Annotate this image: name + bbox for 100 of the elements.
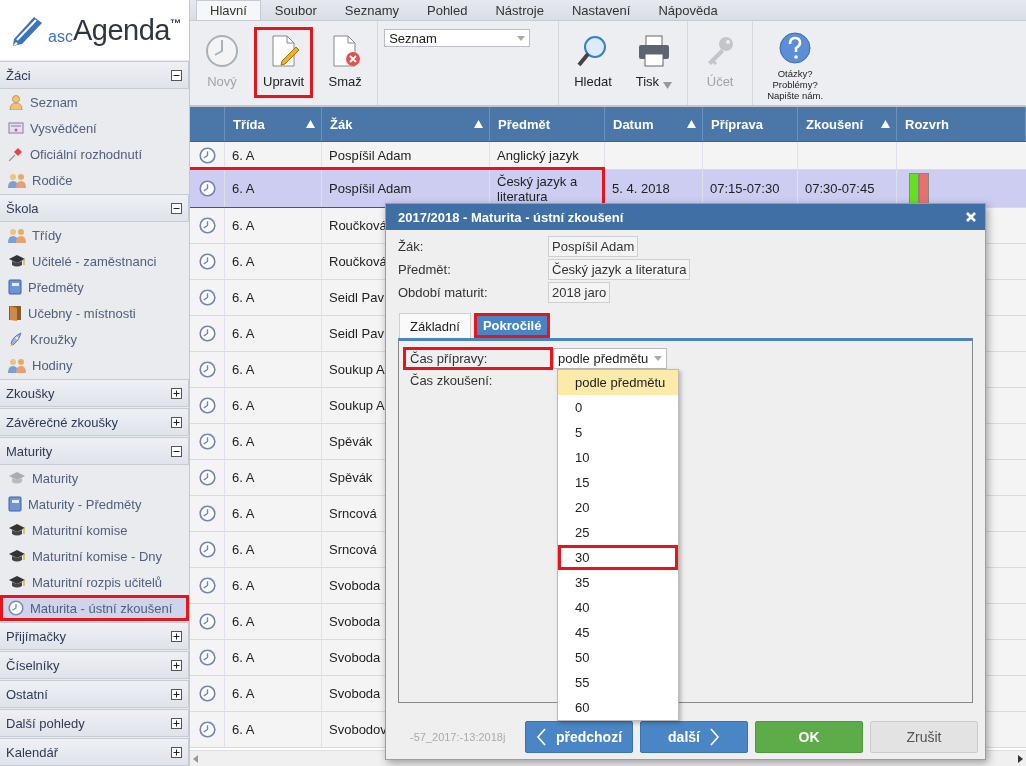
- table-row[interactable]: 6. A Pospíšil Adam Anglický jazyk: [190, 142, 1026, 170]
- dialog-tab[interactable]: Pokročilé: [473, 313, 551, 338]
- sidebar-item[interactable]: Učebny - místnosti: [0, 300, 189, 326]
- dropdown-option[interactable]: 30: [558, 545, 678, 570]
- section-header[interactable]: Další pohledy: [0, 709, 189, 737]
- dialog-button[interactable]: předchozí: [525, 721, 633, 753]
- menu-tab[interactable]: Seznamy: [330, 0, 413, 20]
- sort-icon[interactable]: [881, 120, 890, 128]
- column-header[interactable]: Rozvrh: [897, 107, 1026, 141]
- view-select[interactable]: Seznam: [384, 29, 531, 47]
- dropdown-option[interactable]: 40: [558, 595, 678, 620]
- certificate-icon: [8, 120, 24, 136]
- column-header[interactable]: Datum: [605, 107, 703, 141]
- section-header[interactable]: Kalendář: [0, 738, 189, 766]
- menu-tab[interactable]: Soubor: [260, 0, 331, 20]
- collapse-icon[interactable]: [171, 445, 182, 457]
- sidebar-item[interactable]: Maturitní komise: [0, 517, 189, 543]
- sidebar-item[interactable]: Vysvědčení: [0, 115, 189, 141]
- sidebar-item[interactable]: Rodiče: [0, 167, 189, 193]
- table-cell: Spěvák: [329, 434, 373, 449]
- section-header[interactable]: Přijímačky: [0, 622, 189, 650]
- collapse-icon[interactable]: [171, 202, 182, 214]
- sidebar-item[interactable]: Maturita - ústní zkoušení: [0, 595, 189, 621]
- menu-tab[interactable]: Hlavní: [196, 0, 261, 20]
- column-header[interactable]: Zkoušení: [798, 107, 897, 141]
- menu-tab[interactable]: Pohled: [413, 0, 482, 20]
- sidebar-item[interactable]: Třídy: [0, 222, 189, 248]
- dropdown-option[interactable]: 45: [558, 620, 678, 645]
- clock-icon: [198, 253, 216, 270]
- table-cell: Soukup A: [329, 398, 385, 413]
- toolbar-button[interactable]: Upravit: [254, 27, 314, 98]
- people-icon: [8, 172, 26, 188]
- column-header[interactable]: Předmět: [490, 107, 605, 141]
- sidebar-item[interactable]: Hodiny: [0, 352, 189, 378]
- table-cell: Srncová: [329, 506, 377, 521]
- menu-tab[interactable]: Nápověda: [644, 0, 732, 20]
- table-cell: 6. A: [232, 326, 255, 341]
- collapse-icon[interactable]: [171, 69, 182, 81]
- sidebar-item[interactable]: Učitelé - zaměstnanci: [0, 248, 189, 274]
- expand-icon[interactable]: [171, 630, 182, 642]
- menu-tab[interactable]: Nástroje: [481, 0, 558, 20]
- graduation-cap-icon: [8, 522, 26, 538]
- sidebar-item[interactable]: Maturitní komise - Dny: [0, 543, 189, 569]
- section-header[interactable]: Číselníky: [0, 651, 189, 679]
- table-cell: Anglický jazyk: [497, 148, 579, 163]
- toolbar-button[interactable]: Tisk: [626, 27, 682, 98]
- graduation-cap-icon: [8, 253, 26, 269]
- dropdown-option[interactable]: 50: [558, 645, 678, 670]
- table-row[interactable]: 6. A Pospíšil Adam Český jazyk a literatura 5. 4. 2018 07:15-07:30 07:30-07:45: [190, 170, 1026, 208]
- table-cell: 6. A: [232, 362, 255, 377]
- expand-icon[interactable]: [171, 688, 182, 700]
- sidebar-item[interactable]: Kroužky: [0, 326, 189, 352]
- section-header[interactable]: Maturity: [0, 437, 189, 465]
- expand-icon[interactable]: [171, 387, 182, 399]
- section-header[interactable]: Zkoušky: [0, 379, 189, 407]
- section-header[interactable]: Ostatní: [0, 680, 189, 708]
- time-select[interactable]: podle předmětu: [553, 347, 668, 369]
- column-header[interactable]: Žák: [322, 107, 490, 141]
- dropdown-option[interactable]: 60: [558, 695, 678, 720]
- toolbar-button[interactable]: Hledat: [565, 27, 621, 98]
- dropdown-option[interactable]: podle předmětu: [558, 370, 678, 395]
- sidebar-item[interactable]: Seznam: [0, 89, 189, 115]
- dropdown-option[interactable]: 5: [558, 420, 678, 445]
- dropdown-option[interactable]: 15: [558, 470, 678, 495]
- column-header[interactable]: Příprava: [703, 107, 798, 141]
- dialog-button[interactable]: další: [640, 721, 748, 753]
- dialog-tab[interactable]: Základní: [399, 313, 471, 338]
- expand-icon[interactable]: [171, 717, 182, 729]
- section-header[interactable]: Škola: [0, 194, 189, 222]
- sort-icon[interactable]: [474, 120, 483, 128]
- toolbar-button[interactable]: Smaž: [319, 27, 372, 98]
- column-header[interactable]: Třída: [225, 107, 322, 141]
- dialog-button[interactable]: Zrušit: [870, 721, 978, 753]
- table-cell: 6. A: [232, 686, 255, 701]
- clock-icon: [198, 685, 216, 702]
- dropdown-option[interactable]: 55: [558, 670, 678, 695]
- dropdown-option[interactable]: 35: [558, 570, 678, 595]
- dropdown-option[interactable]: 25: [558, 520, 678, 545]
- expand-icon[interactable]: [171, 659, 182, 671]
- menu-tab[interactable]: Nastavení: [557, 0, 645, 20]
- close-icon[interactable]: [965, 211, 977, 223]
- dropdown-option[interactable]: 20: [558, 495, 678, 520]
- dropdown-option[interactable]: 10: [558, 445, 678, 470]
- table-cell: Srncová: [329, 542, 377, 557]
- expand-icon[interactable]: [171, 746, 182, 758]
- sidebar-item[interactable]: Oficiální rozhodnutí: [0, 141, 189, 167]
- dropdown-option[interactable]: 0: [558, 395, 678, 420]
- section-header[interactable]: Závěrečné zkoušky: [0, 408, 189, 436]
- sidebar-item[interactable]: Maturity - Předměty: [0, 491, 189, 517]
- chevron-left-icon: [535, 728, 546, 746]
- sidebar-item[interactable]: Maturity: [0, 465, 189, 491]
- sort-icon[interactable]: [306, 120, 315, 128]
- expand-icon[interactable]: [171, 416, 182, 428]
- section-header[interactable]: Žáci: [0, 61, 189, 89]
- sidebar-item[interactable]: Předměty: [0, 274, 189, 300]
- field-label: Předmět:: [398, 262, 452, 277]
- sort-icon[interactable]: [687, 120, 696, 128]
- table-cell: Svoboda: [329, 650, 381, 665]
- sidebar-item[interactable]: Maturitní rozpis učitelů: [0, 569, 189, 595]
- help-button[interactable]: Otázky? Problémy? Napište nám.: [759, 27, 832, 105]
